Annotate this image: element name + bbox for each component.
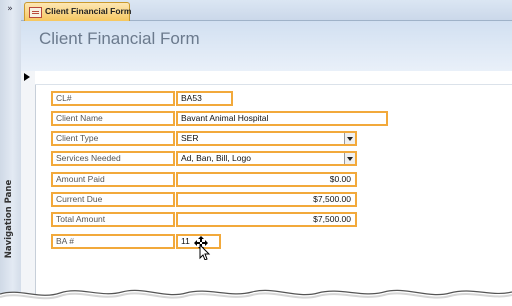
client-type-combo[interactable]: SER: [176, 131, 357, 146]
form-title: Client Financial Form: [39, 29, 200, 48]
current-due-field[interactable]: $7,500.00: [176, 192, 357, 207]
current-record-arrow-icon: [24, 73, 30, 81]
label-client-type: Client Type: [51, 131, 175, 146]
tab-client-financial-form[interactable]: Client Financial Form: [24, 2, 132, 21]
label-amount-paid: Amount Paid: [51, 172, 175, 187]
move-cursor-icon: [194, 236, 211, 260]
navigation-pane[interactable]: » Navigation Pane: [0, 0, 22, 296]
services-needed-combo[interactable]: Ad, Ban, Bill, Logo: [176, 151, 357, 166]
nav-pane-toggle-button[interactable]: »: [2, 2, 18, 16]
form-detail-top: [35, 71, 512, 85]
label-cl-number: CL#: [51, 91, 175, 106]
services-needed-value: Ad, Ban, Bill, Logo: [181, 153, 251, 163]
navigation-pane-label[interactable]: Navigation Pane: [4, 172, 18, 266]
document-tab-strip: Client Financial Form: [21, 0, 512, 21]
form-header: Client Financial Form: [21, 21, 512, 71]
label-ba-number: BA #: [51, 234, 175, 249]
label-client-name: Client Name: [51, 111, 175, 126]
record-selector[interactable]: [21, 71, 36, 296]
client-name-field[interactable]: Bavant Animal Hospital: [176, 111, 388, 126]
client-type-value: SER: [181, 133, 199, 143]
total-amount-field[interactable]: $7,500.00: [176, 212, 357, 227]
torn-edge: [0, 289, 512, 306]
label-services-needed: Services Needed: [51, 151, 175, 166]
chevron-down-icon[interactable]: [344, 133, 355, 144]
cl-number-field[interactable]: BA53: [176, 91, 233, 106]
tab-label: Client Financial Form: [45, 6, 132, 16]
label-total-amount: Total Amount: [51, 212, 175, 227]
label-current-due: Current Due: [51, 192, 175, 207]
amount-paid-field[interactable]: $0.00: [176, 172, 357, 187]
form-icon: [29, 7, 42, 18]
chevron-down-icon[interactable]: [344, 153, 355, 164]
